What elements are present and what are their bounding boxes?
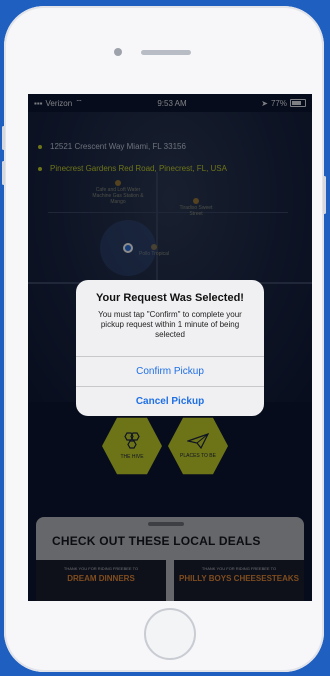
volume-up-button <box>2 126 5 150</box>
alert-message: You must tap "Confirm" to complete your … <box>98 310 242 339</box>
cancel-pickup-button[interactable]: Cancel Pickup <box>76 387 264 416</box>
request-selected-alert: Your Request Was Selected! You must tap … <box>76 280 264 416</box>
home-button[interactable] <box>144 608 196 660</box>
app-screen: ▪▪▪ Verizon ⌔ 9:53 AM ➤ 77% 12521 Cresce… <box>28 94 312 601</box>
phone-frame: ▪▪▪ Verizon ⌔ 9:53 AM ➤ 77% 12521 Cresce… <box>2 6 326 672</box>
volume-down-button <box>2 161 5 185</box>
confirm-pickup-button[interactable]: Confirm Pickup <box>76 357 264 387</box>
power-button <box>323 176 326 214</box>
alert-title: Your Request Was Selected! <box>96 292 244 304</box>
front-camera <box>114 48 122 56</box>
earpiece-speaker <box>141 50 191 55</box>
